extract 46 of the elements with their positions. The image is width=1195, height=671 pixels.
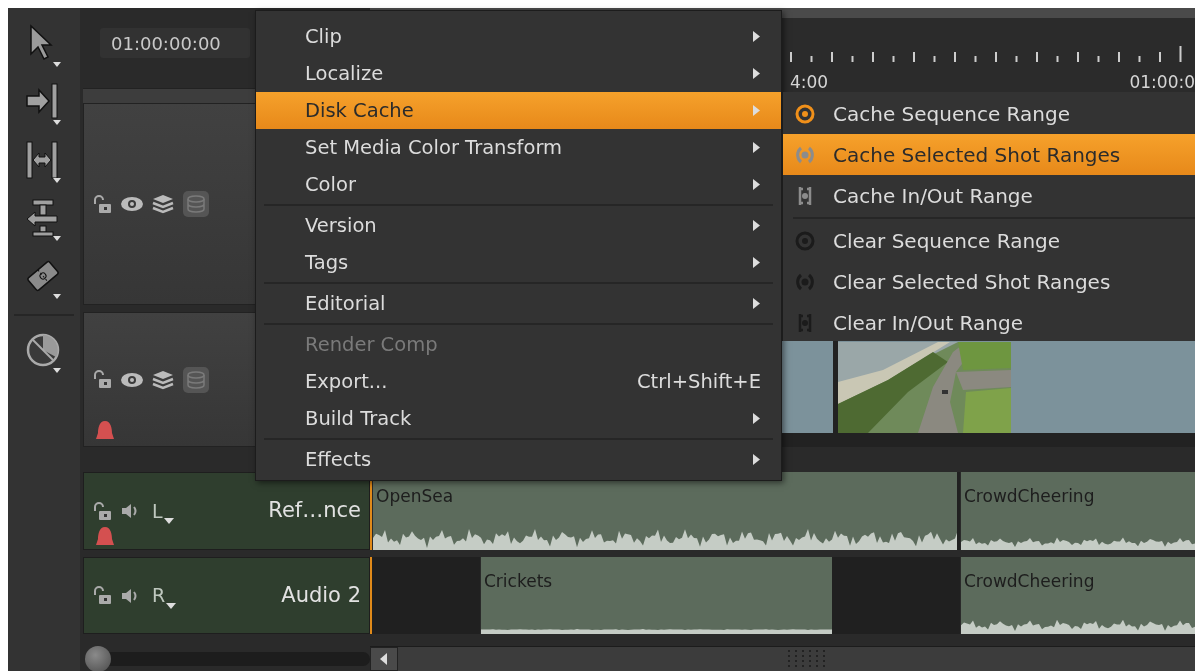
menu-item[interactable]: Tags — [256, 244, 781, 281]
channel-dropdown[interactable]: R — [152, 581, 178, 610]
layers-icon[interactable] — [152, 194, 174, 214]
track-name: Ref…nce — [268, 497, 361, 525]
caret-icon — [162, 517, 175, 526]
grip-icon[interactable] — [788, 650, 828, 668]
lock-icon[interactable] — [92, 194, 112, 214]
eye-icon[interactable] — [120, 196, 144, 212]
menu-item[interactable]: Export... Ctrl+Shift+E — [256, 363, 781, 400]
arrow-to-bar-icon[interactable] — [25, 82, 63, 126]
menu-item[interactable]: Version — [256, 207, 781, 244]
menu-item[interactable]: Set Media Color Transform — [256, 129, 781, 166]
menu-item[interactable]: Cache Selected Shot Ranges — [783, 134, 1195, 175]
ruler-label: 01:00:0 — [1129, 71, 1195, 94]
layers-icon[interactable] — [152, 369, 174, 390]
track-name: Audio 2 — [281, 581, 361, 609]
menu-item[interactable]: Color — [256, 166, 781, 203]
double-arrow-icon[interactable] — [25, 140, 63, 184]
left-arrow-icon — [380, 653, 388, 665]
shortcut-text: Ctrl+Shift+E — [636, 368, 761, 395]
caret-icon — [165, 601, 178, 610]
lock-icon[interactable] — [92, 501, 112, 521]
menu-item[interactable]: Cache Sequence Range — [783, 93, 1195, 134]
clip-name: Crickets — [483, 570, 553, 593]
menu-item[interactable]: Clear Selected Shot Ranges — [783, 261, 1195, 302]
lock-icon[interactable] — [92, 586, 112, 605]
scrollbar[interactable] — [370, 646, 1195, 671]
scroll-left-button[interactable] — [370, 647, 398, 671]
slider-knob[interactable] — [85, 645, 111, 671]
menu-item[interactable]: Cache In/Out Range — [783, 175, 1195, 216]
eye-icon[interactable] — [120, 371, 144, 388]
menu-item[interactable]: Clip — [256, 18, 781, 55]
menu-item[interactable]: Clear In/Out Range — [783, 302, 1195, 341]
menu-item[interactable]: Disk Cache — [256, 92, 781, 129]
clip-name: OpenSea — [375, 485, 454, 508]
menu-item[interactable]: Clear Sequence Range — [783, 220, 1195, 261]
channel-dropdown[interactable]: L — [152, 496, 175, 526]
ruler-label: 4:00 — [790, 71, 829, 94]
menu-item[interactable]: Editorial — [256, 285, 781, 322]
clip-name: CrowdCheering — [963, 570, 1095, 593]
slip-icon[interactable] — [25, 198, 63, 242]
clip-name: CrowdCheering — [963, 485, 1095, 508]
menu-item[interactable]: Localize — [256, 55, 781, 92]
lock-icon[interactable] — [92, 370, 112, 389]
menu-item[interactable]: Build Track — [256, 400, 781, 437]
timecode-field[interactable]: 01:00:00:00 — [100, 28, 250, 58]
